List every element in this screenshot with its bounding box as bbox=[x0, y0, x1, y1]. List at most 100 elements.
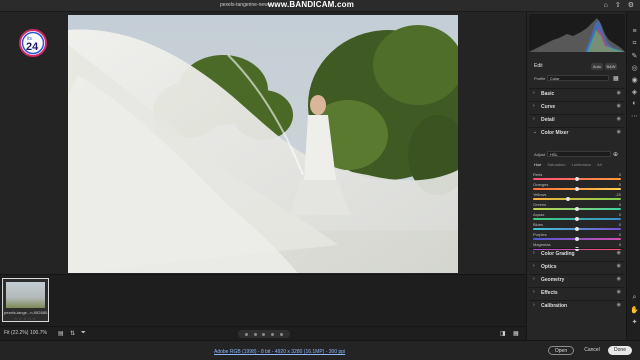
slider-value[interactable]: 0 bbox=[619, 182, 621, 187]
home-icon[interactable]: ⌂ bbox=[604, 1, 608, 11]
open-button[interactable]: Open bbox=[548, 346, 574, 355]
hand-tool-icon[interactable]: ✋ bbox=[630, 306, 639, 314]
slider-knob[interactable] bbox=[575, 236, 579, 241]
section-basic[interactable]: › Basic ◉ bbox=[529, 88, 625, 98]
thumbnail-rating[interactable]: ☆☆☆☆☆ bbox=[3, 316, 48, 321]
section-label: Effects bbox=[541, 290, 558, 296]
tab-all[interactable]: All bbox=[597, 162, 601, 167]
chevron-right-icon: › bbox=[533, 289, 535, 295]
slider-knob[interactable] bbox=[575, 206, 579, 211]
section-curve[interactable]: › Curve ◉ bbox=[529, 101, 625, 111]
slider-knob[interactable] bbox=[575, 176, 579, 181]
section-color-grading[interactable]: › Color Grading ◉ bbox=[529, 248, 625, 258]
hsl-slider-row[interactable]: Oranges 0 bbox=[533, 182, 621, 192]
eye-icon[interactable]: ◉ bbox=[617, 289, 621, 295]
hsl-slider-row[interactable]: Reds 0 bbox=[533, 172, 621, 182]
sort-icon[interactable]: ⇅ bbox=[70, 330, 75, 337]
filmstrip-toggle-icon[interactable]: ▤ bbox=[58, 330, 64, 337]
adjust-label: Adjust bbox=[534, 152, 546, 157]
crop-icon[interactable]: ⌗ bbox=[630, 40, 639, 48]
pager-dot[interactable] bbox=[244, 332, 248, 336]
slider-label: Magentas bbox=[533, 242, 551, 247]
pager-dot[interactable] bbox=[253, 332, 257, 336]
hsl-slider-row[interactable]: Greens 0 bbox=[533, 202, 621, 212]
zoom-level-select[interactable]: 100.7% bbox=[30, 330, 47, 336]
workflow-options-link[interactable]: Adobe RGB (1998) - 8 bit - 4920 x 3280 (… bbox=[214, 349, 345, 355]
mask-icon[interactable]: ◎ bbox=[630, 64, 639, 72]
slider-knob[interactable] bbox=[575, 216, 579, 221]
share-icon[interactable]: ⇧ bbox=[615, 1, 621, 11]
presets-icon[interactable]: ◈ bbox=[630, 88, 639, 96]
section-optics[interactable]: › Optics ◉ bbox=[529, 261, 625, 271]
eye-icon[interactable]: ◉ bbox=[617, 276, 621, 282]
bridal-photo[interactable] bbox=[68, 15, 458, 273]
zoom-tool-icon[interactable]: ⌕ bbox=[630, 294, 639, 302]
profile-select[interactable]: Color bbox=[547, 75, 609, 81]
eye-icon[interactable]: ◉ bbox=[617, 250, 621, 256]
slider-label: Greens bbox=[533, 202, 547, 207]
eye-icon[interactable]: ◉ bbox=[617, 129, 621, 135]
bw-button[interactable]: B&W bbox=[605, 63, 617, 70]
redeye-icon[interactable]: ◉ bbox=[630, 76, 639, 84]
slider-value[interactable]: 0 bbox=[619, 172, 621, 177]
targeted-adjustment-icon[interactable]: ⊕ bbox=[613, 151, 618, 158]
chevron-down-icon: ⌄ bbox=[533, 129, 538, 135]
done-button[interactable]: Done bbox=[608, 346, 632, 355]
filter-icon[interactable]: ⏷ bbox=[81, 330, 86, 337]
profile-browser-icon[interactable]: ▦ bbox=[613, 75, 619, 82]
toggle-view-icon[interactable]: ▦ bbox=[513, 330, 519, 337]
eye-icon[interactable]: ◉ bbox=[617, 302, 621, 308]
fit-zoom-select[interactable]: Fit (22.2%) bbox=[4, 330, 28, 336]
filmstrip-thumbnail[interactable]: pexels-tange...n-952880.jpg ☆☆☆☆☆ bbox=[2, 278, 49, 322]
cancel-button[interactable]: Cancel bbox=[582, 346, 602, 355]
slider-knob[interactable] bbox=[575, 186, 579, 191]
pager-dot[interactable] bbox=[271, 332, 275, 336]
section-effects[interactable]: › Effects ◉ bbox=[529, 287, 625, 297]
slider-track[interactable] bbox=[533, 198, 621, 200]
chevron-right-icon: › bbox=[533, 250, 535, 256]
sampler-icon[interactable]: ✦ bbox=[630, 318, 639, 326]
eye-icon[interactable]: ◉ bbox=[617, 103, 621, 109]
slider-value[interactable]: -20 bbox=[615, 192, 621, 197]
edit-icon[interactable]: ≡ bbox=[630, 28, 639, 35]
slider-knob[interactable] bbox=[566, 196, 571, 201]
slider-value[interactable]: 0 bbox=[619, 242, 621, 247]
histogram bbox=[529, 14, 625, 52]
eye-icon[interactable]: ◉ bbox=[617, 263, 621, 269]
adjust-select[interactable]: HSL bbox=[547, 151, 611, 157]
slider-value[interactable]: 0 bbox=[619, 232, 621, 237]
more-icon[interactable]: ⋯ bbox=[630, 112, 639, 120]
section-calibration[interactable]: › Calibration ◉ bbox=[529, 300, 625, 310]
snapshots-icon[interactable]: ◐ bbox=[630, 100, 639, 107]
tab-luminance[interactable]: Luminance bbox=[572, 162, 592, 167]
tool-strip: ≡ ⌗ ✎ ◎ ◉ ◈ ◐ ⋯ ⌕ ✋ ✦ bbox=[626, 12, 640, 340]
hsl-slider-row[interactable]: Blues 0 bbox=[533, 222, 621, 232]
eye-icon[interactable]: ◉ bbox=[617, 90, 621, 96]
filmstrip-pager[interactable] bbox=[238, 330, 290, 338]
slider-knob[interactable] bbox=[575, 226, 579, 231]
slider-label: Blues bbox=[533, 222, 544, 227]
hsl-slider-row[interactable]: Aquas 0 bbox=[533, 212, 621, 222]
eye-icon[interactable]: ◉ bbox=[617, 116, 621, 122]
section-geometry[interactable]: › Geometry ◉ bbox=[529, 274, 625, 284]
section-label: Color Mixer bbox=[541, 130, 569, 136]
healing-icon[interactable]: ✎ bbox=[630, 52, 639, 60]
pager-dot[interactable] bbox=[280, 332, 284, 336]
title-bar: pexels-tangerine-newt-... www.BANDICAM.c… bbox=[0, 0, 640, 12]
section-color-mixer[interactable]: ⌄ Color Mixer ◉ bbox=[529, 127, 625, 137]
slider-value[interactable]: 0 bbox=[619, 202, 621, 207]
section-detail[interactable]: › Detail ◉ bbox=[529, 114, 625, 124]
slider-value[interactable]: 0 bbox=[619, 222, 621, 227]
auto-button[interactable]: Auto bbox=[591, 63, 603, 70]
thumbnail-filename: pexels-tange...n-952880.jpg bbox=[4, 310, 48, 315]
slider-value[interactable]: 0 bbox=[619, 212, 621, 217]
slider-label: Purples bbox=[533, 232, 547, 237]
document-title: pexels-tangerine-newt-... bbox=[220, 2, 276, 8]
hsl-slider-row[interactable]: Purples 0 bbox=[533, 232, 621, 242]
settings-icon[interactable]: ⚙ bbox=[628, 1, 634, 11]
pager-dot[interactable] bbox=[262, 332, 266, 336]
tab-saturation[interactable]: Saturation bbox=[547, 162, 565, 167]
hsl-slider-row[interactable]: Yellows -20 bbox=[533, 192, 621, 202]
before-after-icon[interactable]: ◨ bbox=[500, 330, 506, 337]
tab-hue[interactable]: Hue bbox=[534, 162, 541, 167]
